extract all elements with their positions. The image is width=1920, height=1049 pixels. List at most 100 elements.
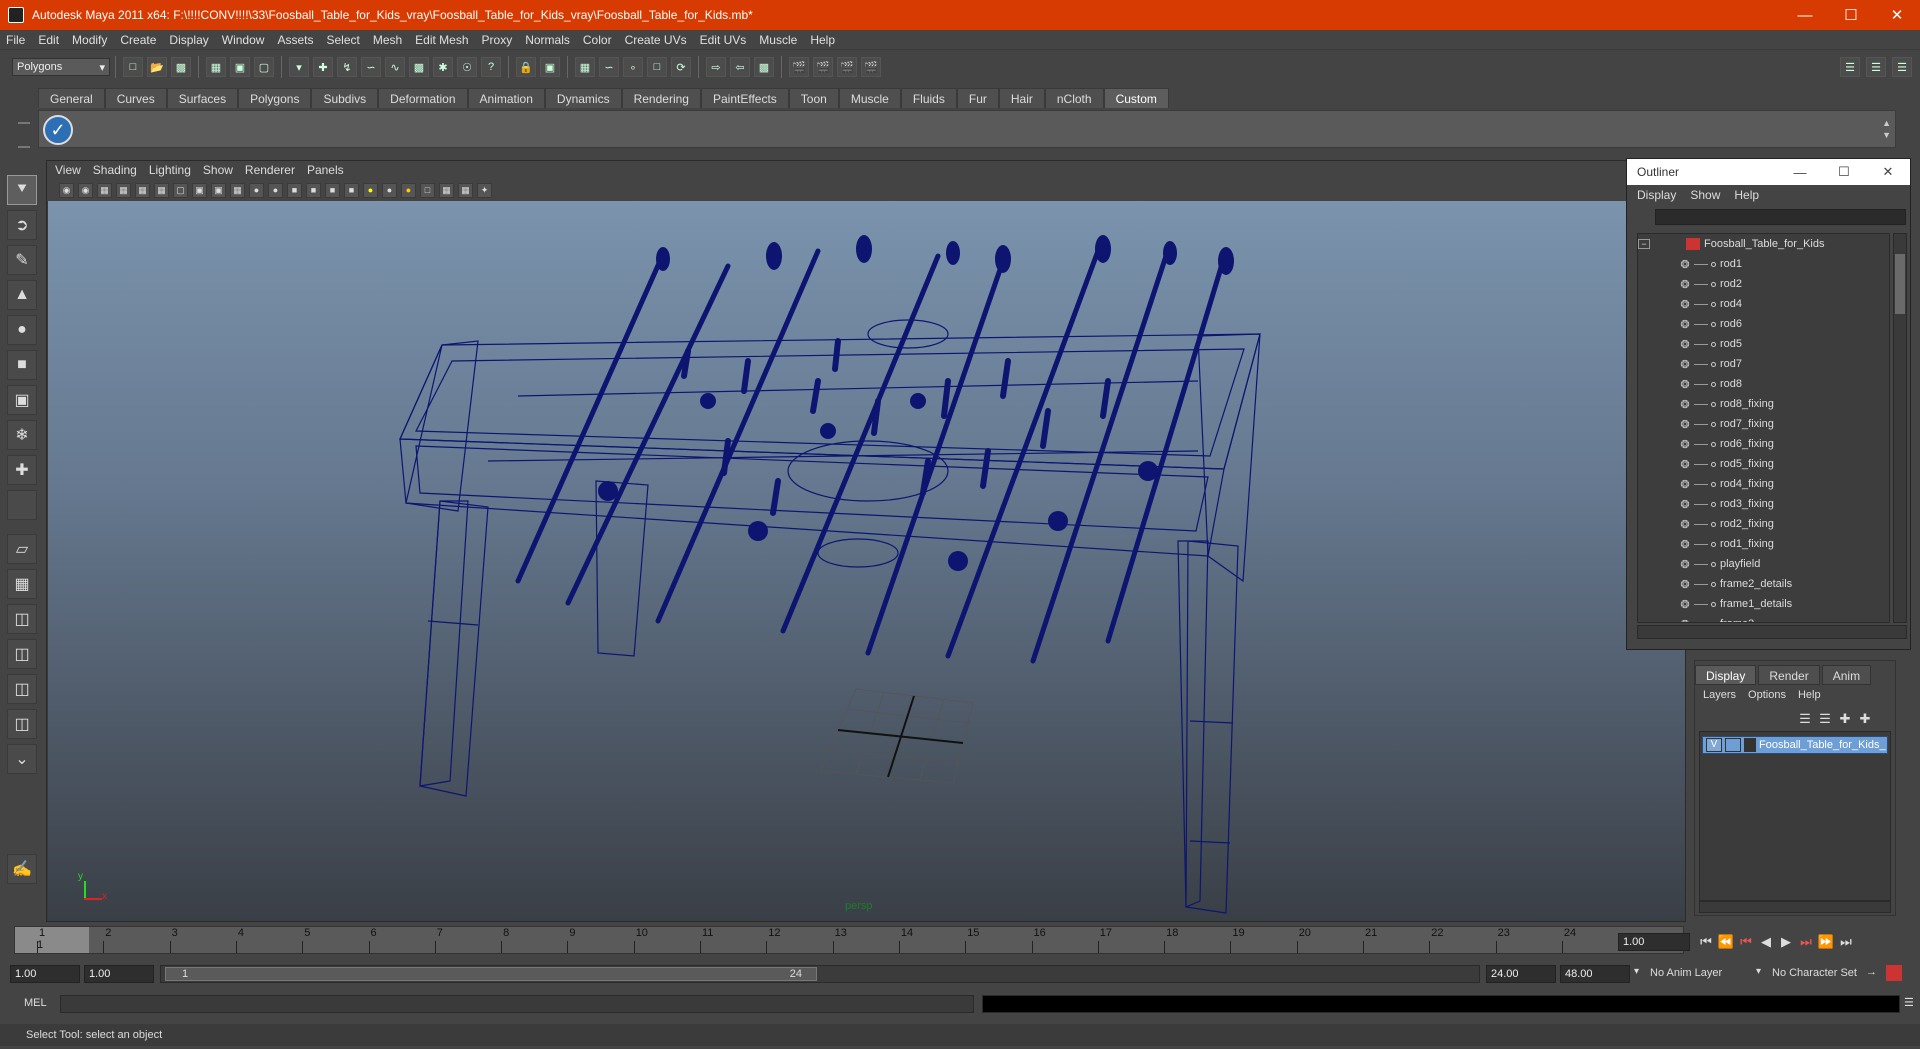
light-icon[interactable]: ●: [363, 182, 378, 198]
wireframe-on-shaded-icon[interactable]: ▣: [211, 182, 226, 198]
time-slider[interactable]: 1 1 2 3 4 5 6 7 8 9 10 11 12 13 14 15 16 17 18 19 20 21 22 23 2…: [14, 926, 1684, 954]
step-back-icon[interactable]: ⏪: [1716, 932, 1736, 952]
outliner-menu-display[interactable]: Display: [1637, 188, 1676, 202]
tab-muscle[interactable]: Muscle: [838, 88, 901, 108]
isolate-select-icon[interactable]: ■: [287, 182, 302, 198]
layout-single-icon[interactable]: ▱: [7, 534, 37, 564]
tab-curves[interactable]: Curves: [104, 88, 167, 108]
attribute-editor-icon[interactable]: ☰: [1840, 57, 1860, 77]
lock-selection-icon[interactable]: 🔒: [516, 57, 536, 77]
tab-fluids[interactable]: Fluids: [900, 88, 957, 108]
layout-graph-icon[interactable]: ◫: [7, 674, 37, 704]
highlight-selection-icon[interactable]: ▣: [540, 57, 560, 77]
list-item[interactable]: ❂ rod4_fixing: [1638, 474, 1889, 494]
select-joints-icon[interactable]: ↯: [337, 57, 357, 77]
layout-hypershade-icon[interactable]: ◫: [7, 709, 37, 739]
layer-horizontal-scrollbar[interactable]: [1699, 901, 1891, 913]
tab-ncloth[interactable]: nCloth: [1044, 88, 1104, 108]
shelf-scroll-icon[interactable]: ▲ ▼: [1882, 117, 1891, 141]
layer-row[interactable]: V Foosball_Table_for_Kids_: [1702, 736, 1888, 754]
outliner-vertical-scrollbar[interactable]: [1893, 233, 1907, 623]
quick-layout-icon[interactable]: ✍: [7, 854, 37, 884]
menu-assets[interactable]: Assets: [277, 33, 313, 47]
list-item[interactable]: ❂ rod7: [1638, 354, 1889, 374]
smooth-shade-icon[interactable]: ▣: [192, 182, 207, 198]
shelf-menu-icon[interactable]: [18, 122, 30, 148]
new-layer-icon[interactable]: ✚: [1835, 709, 1855, 729]
3d-viewport[interactable]: y x persp: [48, 201, 1685, 921]
safe-action-icon[interactable]: ▦: [458, 182, 473, 198]
list-item[interactable]: ❂ rod7_fixing: [1638, 414, 1889, 434]
select-rendering-icon[interactable]: ☉: [457, 57, 477, 77]
menu-file[interactable]: File: [6, 33, 25, 47]
range-slider-track[interactable]: 1 24: [160, 965, 1480, 983]
lasso-tool-icon[interactable]: ➲: [7, 210, 37, 240]
maximize-icon[interactable]: ☐: [1828, 0, 1874, 30]
collapse-icon[interactable]: −: [1638, 239, 1650, 249]
output-ops-icon[interactable]: ⇦: [730, 57, 750, 77]
ipr-render-icon[interactable]: 🎬: [837, 57, 857, 77]
outliner-menu-show[interactable]: Show: [1690, 188, 1720, 202]
command-language-label[interactable]: MEL: [24, 997, 47, 1009]
select-misc-icon[interactable]: ?: [481, 57, 501, 77]
wireframe-icon[interactable]: ▢: [173, 182, 188, 198]
list-item[interactable]: ❂ rod5: [1638, 334, 1889, 354]
list-item[interactable]: ❂ playfield: [1638, 554, 1889, 574]
outliner-menu-help[interactable]: Help: [1734, 188, 1759, 202]
save-scene-icon[interactable]: ▩: [171, 57, 191, 77]
layer-menu-layers[interactable]: Layers: [1703, 689, 1736, 701]
panel-menu-shading[interactable]: Shading: [93, 163, 137, 177]
play-forwards-icon[interactable]: ▶: [1776, 932, 1796, 952]
scrollbar-thumb[interactable]: [1895, 254, 1905, 314]
resolution-gate-icon[interactable]: □: [420, 182, 435, 198]
tab-general[interactable]: General: [38, 88, 105, 108]
xray-icon[interactable]: ■: [306, 182, 321, 198]
camera-attributes-icon[interactable]: ◉: [78, 182, 93, 198]
tab-toon[interactable]: Toon: [788, 88, 839, 108]
select-deformations-icon[interactable]: ▩: [409, 57, 429, 77]
channel-box-icon[interactable]: ☰: [1892, 57, 1912, 77]
menu-normals[interactable]: Normals: [525, 33, 570, 47]
layout-four-icon[interactable]: ▦: [7, 569, 37, 599]
list-item[interactable]: ❂ rod6_fixing: [1638, 434, 1889, 454]
render-view-icon[interactable]: 🎬: [789, 57, 809, 77]
list-item[interactable]: ❂ rod8_fixing: [1638, 394, 1889, 414]
list-item[interactable]: ❂ frame1_details: [1638, 594, 1889, 614]
list-item[interactable]: ❂ rod1: [1638, 254, 1889, 274]
menu-select[interactable]: Select: [326, 33, 359, 47]
tab-painteffects[interactable]: PaintEffects: [700, 88, 789, 108]
select-surfaces-icon[interactable]: ∿: [385, 57, 405, 77]
anim-layer-dropdown[interactable]: No Anim Layer: [1650, 967, 1722, 979]
command-input[interactable]: [60, 995, 974, 1013]
go-to-start-icon[interactable]: ⏮: [1696, 932, 1716, 952]
show-manipulator-icon[interactable]: ✚: [7, 455, 37, 485]
select-dynamics-icon[interactable]: ✱: [433, 57, 453, 77]
outliner-horizontal-scrollbar[interactable]: [1637, 625, 1907, 639]
list-item[interactable]: ❂ rod4: [1638, 294, 1889, 314]
menu-modify[interactable]: Modify: [72, 33, 107, 47]
backface-icon[interactable]: ■: [344, 182, 359, 198]
list-item[interactable]: − Foosball_Table_for_Kids: [1638, 234, 1889, 254]
tab-subdivs[interactable]: Subdivs: [311, 88, 379, 108]
film-gate-icon[interactable]: ▦: [135, 182, 150, 198]
move-tool-icon[interactable]: ▲: [7, 280, 37, 310]
menu-help[interactable]: Help: [810, 33, 835, 47]
select-handles-icon[interactable]: ✚: [313, 57, 333, 77]
tab-deformation[interactable]: Deformation: [378, 88, 468, 108]
step-forward-key-icon[interactable]: ⏭: [1796, 932, 1816, 952]
panel-menu-view[interactable]: View: [55, 163, 81, 177]
checkmark-icon[interactable]: ✓: [43, 115, 73, 145]
layer-visibility-toggle[interactable]: V: [1706, 738, 1722, 752]
snap-point-icon[interactable]: ∘: [623, 57, 643, 77]
chevron-down-icon[interactable]: ▾: [1756, 966, 1761, 977]
use-lights-icon[interactable]: ●: [249, 182, 264, 198]
move-layer-up-icon[interactable]: ☰: [1795, 709, 1815, 729]
last-tool-icon[interactable]: [7, 490, 37, 520]
panel-menu-lighting[interactable]: Lighting: [149, 163, 191, 177]
start-time-field[interactable]: 1.00: [10, 965, 80, 983]
list-item[interactable]: ❂ rod5_fixing: [1638, 454, 1889, 474]
auto-key-icon[interactable]: →: [1866, 966, 1877, 978]
select-camera-icon[interactable]: ◉: [59, 182, 74, 198]
gold-sphere-icon[interactable]: ●: [401, 182, 416, 198]
menu-edit[interactable]: Edit: [38, 33, 59, 47]
